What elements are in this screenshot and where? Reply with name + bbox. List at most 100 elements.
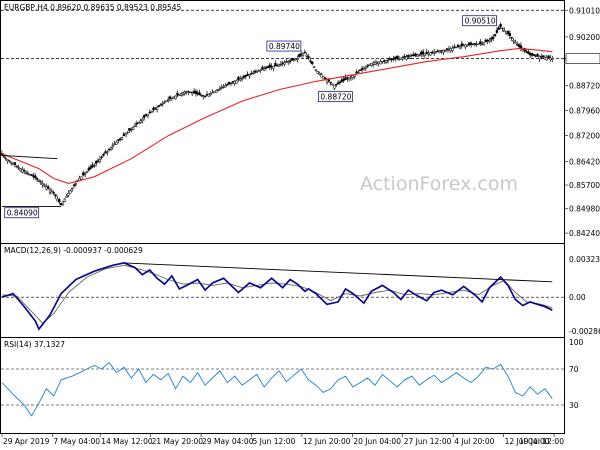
candle-body <box>131 127 135 131</box>
candle-body <box>311 61 314 65</box>
candle-body <box>294 58 297 61</box>
candle-body <box>279 63 282 66</box>
candle <box>39 179 42 185</box>
candle-body <box>93 165 96 167</box>
candle-body <box>464 44 467 48</box>
candle-body <box>115 142 118 145</box>
candle-body <box>72 184 76 187</box>
candle <box>119 137 122 142</box>
candle <box>19 168 22 173</box>
candle-body <box>324 77 327 79</box>
candle-body <box>381 61 384 63</box>
candle <box>482 42 486 46</box>
candle <box>414 52 417 58</box>
candle <box>205 91 209 96</box>
candle-body <box>191 92 194 95</box>
candle <box>56 195 59 202</box>
candle <box>525 49 528 54</box>
candle <box>196 90 199 96</box>
candle <box>480 41 484 46</box>
candle <box>32 172 35 180</box>
candle <box>272 65 275 72</box>
candle-body <box>290 58 294 61</box>
candle <box>396 55 399 61</box>
candle-body <box>148 112 151 114</box>
rsi-tick-label-1: 70 <box>569 365 579 374</box>
candle-body <box>534 55 537 57</box>
candle-body <box>74 183 78 185</box>
candle <box>130 127 133 133</box>
candle-body <box>460 43 463 46</box>
candle <box>71 187 74 192</box>
candle-body <box>152 107 155 111</box>
candle-body <box>403 55 406 58</box>
candle <box>336 80 340 85</box>
candle <box>412 51 415 57</box>
candle <box>96 158 100 163</box>
candle-body <box>119 138 122 140</box>
candle <box>388 56 391 61</box>
macd-tick-label-1: 0.00 <box>569 293 586 302</box>
candle-body <box>516 44 519 46</box>
candle-body <box>211 91 214 94</box>
candle <box>259 69 262 74</box>
candle-body <box>202 95 205 97</box>
candle <box>154 107 157 111</box>
candle <box>357 69 360 73</box>
candle <box>362 66 366 71</box>
candle <box>69 189 72 194</box>
candle-body <box>383 60 386 62</box>
candle <box>300 50 303 58</box>
candle <box>172 96 175 99</box>
candle <box>322 76 325 80</box>
candle-body <box>141 118 144 122</box>
candle <box>445 47 449 53</box>
candle <box>447 46 451 53</box>
candle-body <box>139 120 142 123</box>
candle-body <box>455 46 458 49</box>
candle <box>506 30 510 36</box>
candle-body <box>540 56 543 58</box>
candle <box>399 57 403 60</box>
candle <box>263 65 266 72</box>
candle-body <box>69 190 72 194</box>
candle-body <box>102 153 105 156</box>
candle-body <box>274 63 277 67</box>
candle-body <box>479 41 482 44</box>
candle-body <box>34 175 37 179</box>
candle-body <box>292 58 295 61</box>
rsi-panel-frame <box>0 337 565 434</box>
candle-body <box>329 81 332 84</box>
candle <box>495 27 499 34</box>
candle <box>471 43 475 46</box>
candle-body <box>342 78 345 81</box>
candle <box>377 61 380 67</box>
candle-body <box>538 56 541 60</box>
candle <box>397 55 401 62</box>
candle <box>237 76 240 82</box>
candle <box>21 166 24 174</box>
candle-body <box>508 33 511 37</box>
candle <box>98 156 102 164</box>
candle-body <box>503 29 506 33</box>
candle <box>89 164 92 170</box>
candle-body <box>26 172 30 175</box>
candle-body <box>458 45 462 49</box>
candle-body <box>63 198 66 202</box>
candle <box>541 55 545 59</box>
candle-body <box>407 55 410 57</box>
candle-body <box>532 54 535 56</box>
candle-body <box>59 202 63 206</box>
candle <box>296 55 299 63</box>
candle <box>240 76 244 82</box>
candle-body <box>488 39 491 42</box>
candle-body <box>43 184 46 187</box>
candle <box>233 80 236 87</box>
candle-body <box>408 56 412 59</box>
candle-body <box>348 77 351 80</box>
candle-body <box>469 42 473 45</box>
candle <box>301 52 305 58</box>
rsi-tick-label-2: 30 <box>569 401 579 410</box>
price-tick-label-3: 0.88720 <box>569 82 600 91</box>
axis-layer: 29 Apr 2019 7 May 04:00 14 May 12:0021 May… <box>1 433 564 446</box>
